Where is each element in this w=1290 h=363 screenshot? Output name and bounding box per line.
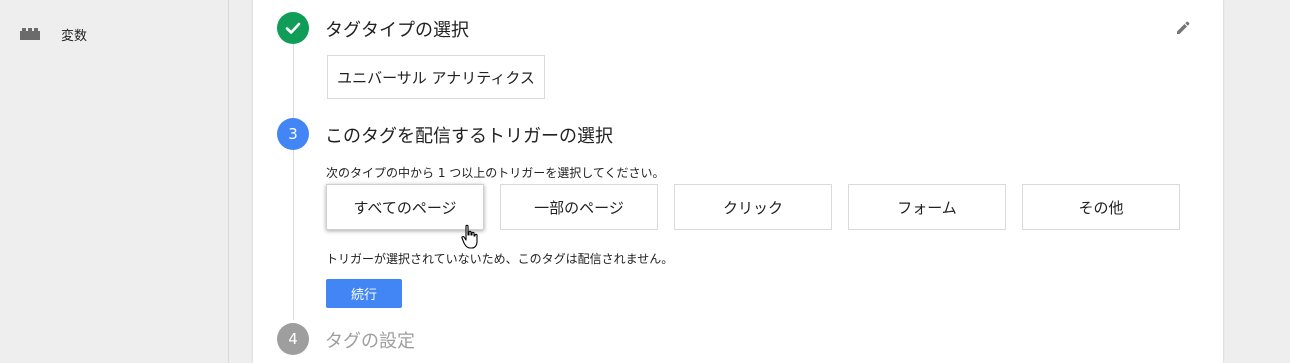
check-icon [285, 22, 301, 34]
sidebar-item-label: 変数 [61, 29, 88, 44]
step-title-trigger: このタグを配信するトリガーの選択 [325, 126, 613, 147]
blocks-icon [20, 28, 40, 40]
trigger-option-form[interactable]: フォーム [848, 184, 1006, 230]
hand-cursor-icon [461, 224, 478, 249]
trigger-option-click[interactable]: クリック [674, 184, 832, 230]
trigger-instruction: 次のタイプの中から 1 つ以上のトリガーを選択してください。 [326, 166, 665, 180]
pencil-icon[interactable] [1174, 19, 1192, 37]
trigger-option-other[interactable]: その他 [1022, 184, 1180, 230]
step-number-badge-4: 4 [277, 323, 309, 355]
no-trigger-warning: トリガーが選択されていないため、このタグは配信されません。 [326, 252, 674, 266]
step-title-configure: タグの設定 [325, 331, 415, 352]
sidebar-item-variables[interactable]: 変数 [0, 18, 228, 50]
sidebar: 変数 [0, 0, 229, 363]
selected-tag-type[interactable]: ユニバーサル アナリティクス [327, 55, 545, 99]
step-number-badge: 3 [277, 118, 309, 150]
step-completed-badge [277, 12, 309, 44]
step-connector-line [293, 44, 294, 320]
continue-button[interactable]: 続行 [326, 279, 402, 308]
trigger-option-some-pages[interactable]: 一部のページ [500, 184, 658, 230]
step-title-tag-type: タグタイプの選択 [325, 20, 469, 41]
